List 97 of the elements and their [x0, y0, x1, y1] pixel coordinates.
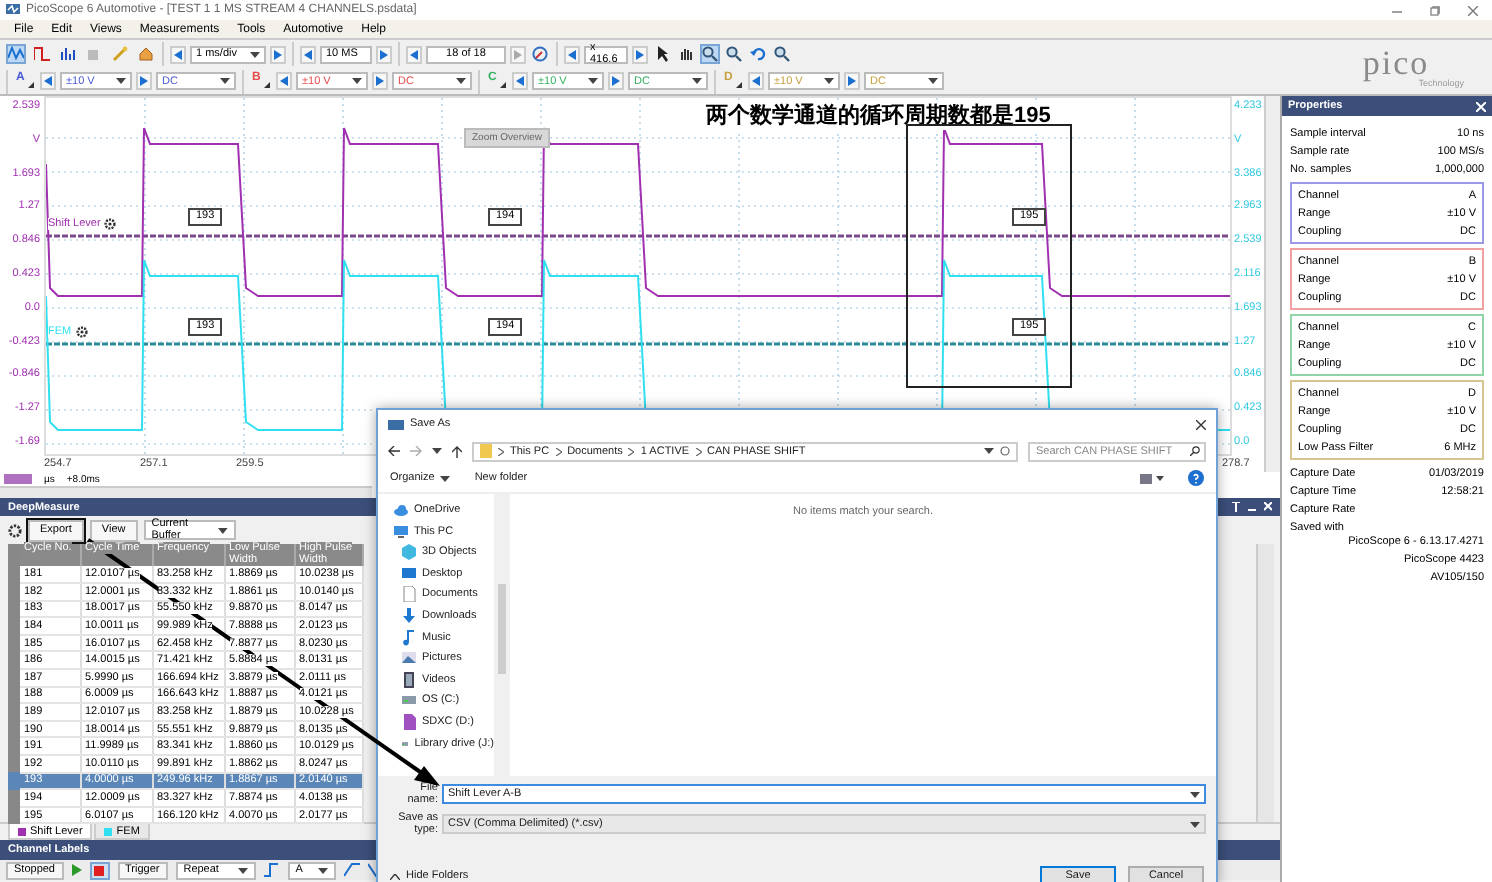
left-triangle-icon — [174, 49, 182, 59]
folder-icon — [480, 444, 492, 458]
music-note-icon — [402, 629, 416, 646]
right-triangle-icon — [380, 49, 388, 59]
caret-icon — [1190, 821, 1200, 827]
step-right-button[interactable] — [136, 72, 152, 90]
document-icon — [402, 586, 416, 603]
caret-icon — [217, 527, 228, 533]
bar-chart-icon[interactable] — [58, 44, 78, 64]
right-triangle-icon — [612, 76, 620, 86]
zoom-in-icon[interactable] — [700, 44, 720, 64]
picture-icon — [402, 650, 416, 667]
card-icon — [402, 713, 416, 730]
caret-icon — [1190, 791, 1200, 797]
caret-icon — [237, 867, 248, 873]
step-right-button[interactable] — [632, 45, 648, 63]
right-triangle-icon — [376, 76, 384, 86]
caret-icon — [440, 475, 451, 481]
cloud-icon — [394, 502, 408, 518]
caret-icon — [824, 78, 834, 84]
step-left-button[interactable] — [512, 72, 528, 90]
step-right-button[interactable] — [372, 72, 388, 90]
left-triangle-icon — [280, 76, 288, 86]
pulse-icon[interactable] — [32, 44, 52, 64]
close-icon[interactable] — [1196, 419, 1206, 429]
right-triangle-icon — [140, 76, 148, 86]
vertical-scrollbar[interactable] — [494, 494, 510, 776]
caret-icon — [432, 448, 442, 454]
left-triangle-icon — [44, 76, 52, 86]
caret-icon — [250, 51, 260, 57]
left-triangle-icon — [752, 76, 760, 86]
view-options-icon[interactable] — [1140, 473, 1164, 483]
save-icon — [388, 418, 404, 430]
caret-icon — [928, 78, 938, 84]
back-arrow-icon[interactable] — [388, 446, 400, 456]
step-left-button[interactable] — [564, 45, 580, 63]
pin-icon[interactable] — [1232, 502, 1240, 512]
search-icon — [1190, 446, 1200, 456]
step-left-button[interactable] — [276, 72, 292, 90]
screen-icon — [402, 565, 416, 582]
play-icon[interactable] — [71, 864, 81, 876]
step-left-button[interactable] — [300, 45, 316, 63]
monitor-icon — [394, 523, 408, 540]
compass-icon[interactable] — [530, 44, 550, 64]
scope-mode-icon[interactable] — [6, 44, 26, 64]
chevron-icon — [628, 447, 635, 455]
step-right-button[interactable] — [844, 72, 860, 90]
vertical-scrollbar[interactable] — [1256, 544, 1274, 822]
caret-icon — [456, 78, 466, 84]
caret-icon — [220, 78, 230, 84]
maximize-icon[interactable] — [1430, 5, 1440, 15]
step-left-button[interactable] — [748, 72, 764, 90]
left-triangle-icon — [516, 76, 524, 86]
chevron-up-icon — [390, 873, 400, 879]
caret-icon — [116, 78, 126, 84]
gear-icon[interactable] — [104, 218, 117, 230]
gear-icon[interactable] — [75, 326, 88, 338]
step-right-button[interactable] — [270, 45, 286, 63]
step-left-button[interactable] — [40, 72, 56, 90]
zoom-fit-icon[interactable] — [772, 44, 792, 64]
up-arrow-icon[interactable] — [452, 445, 462, 457]
step-right-button[interactable] — [376, 45, 392, 63]
caret-icon — [692, 78, 702, 84]
refresh-icon[interactable] — [1000, 446, 1010, 456]
left-triangle-icon — [410, 49, 418, 59]
cube-icon — [402, 544, 416, 561]
chevron-icon — [695, 447, 702, 455]
zoom-out-icon[interactable] — [724, 44, 744, 64]
right-triangle-icon — [848, 76, 856, 86]
caret-icon — [352, 78, 362, 84]
left-triangle-icon — [568, 49, 576, 59]
step-right-button[interactable] — [608, 72, 624, 90]
caret-icon — [317, 867, 328, 873]
step-left-button[interactable] — [170, 45, 186, 63]
undo-icon[interactable] — [748, 44, 768, 64]
gear-icon[interactable] — [8, 523, 22, 537]
pointer-icon[interactable] — [652, 44, 672, 64]
chevron-icon — [555, 447, 562, 455]
rising-edge-icon[interactable] — [343, 862, 360, 878]
scale-badge — [4, 474, 32, 484]
horizontal-scrollbar[interactable] — [0, 486, 372, 498]
home-icon[interactable] — [136, 44, 156, 64]
right-triangle-icon — [274, 49, 282, 59]
right-triangle-icon — [636, 49, 644, 59]
left-triangle-icon — [304, 49, 312, 59]
help-icon[interactable] — [1188, 470, 1204, 486]
film-icon — [402, 671, 416, 688]
trigger-edge-icon[interactable] — [263, 862, 280, 878]
stop-button[interactable] — [89, 861, 109, 879]
caret-icon — [984, 448, 994, 454]
chevron-icon — [498, 447, 504, 455]
stop-icon — [94, 865, 104, 875]
step-left-button[interactable] — [406, 45, 422, 63]
vertical-scrollbar[interactable] — [1264, 96, 1280, 472]
download-arrow-icon — [402, 607, 416, 624]
right-triangle-icon — [514, 49, 522, 59]
caret-icon — [588, 78, 598, 84]
